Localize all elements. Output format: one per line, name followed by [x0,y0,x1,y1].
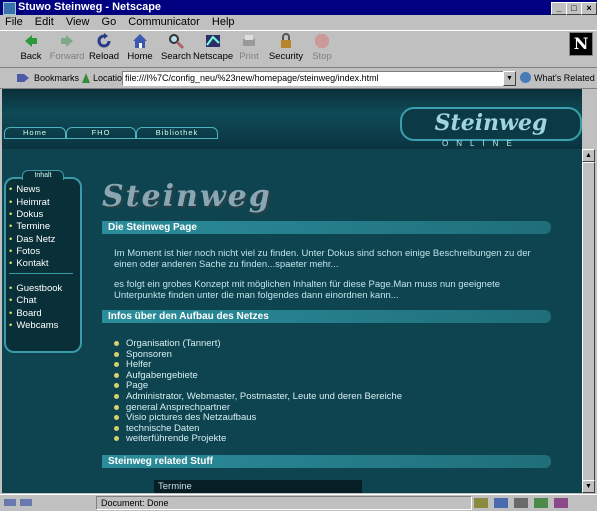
stop-icon [315,34,329,48]
sidebar-divider [9,273,73,274]
steinweg-header-logo: Steinweg [102,179,272,214]
security-button[interactable]: Security [266,33,306,62]
forward-arrow-icon [61,35,73,47]
navigation-toolbar: Back Forward Reload Home Search Netscape… [0,30,597,68]
close-button[interactable]: × [581,2,597,15]
infos-list: Organisation (Tannert) Sponsoren Helfer … [114,338,402,445]
sidebar-item-kontakt[interactable]: Kontakt [9,258,48,269]
whats-related-icon [520,72,531,83]
home-label: Home [127,51,153,62]
steinweg-logo: Steinweg [400,107,582,141]
menu-edit[interactable]: Edit [35,16,54,28]
menu-help[interactable]: Help [212,16,235,28]
scroll-thumb[interactable] [582,162,595,482]
bookmarks-icon [17,74,29,82]
stop-label: Stop [312,51,332,62]
vertical-scrollbar[interactable]: ▲ ▼ [582,149,595,493]
sidebar-item-termine[interactable]: Termine [9,221,50,232]
online-tagline: ONLINE [442,139,520,148]
termine-box: Termine [154,480,362,493]
security-lock-icon [281,33,291,48]
netscape-label: Netscape [193,51,234,62]
netscape-logo[interactable]: N [569,32,593,56]
site-tab-home[interactable]: Home [4,127,66,139]
netscape-icon [206,35,220,47]
security-label: Security [268,51,304,62]
sidebar-item-news[interactable]: News [9,184,40,195]
sidebar-nav: Inhalt News Heimrat Dokus Termine Das Ne… [4,170,82,353]
site-tab-fho[interactable]: FHO [66,127,136,139]
back-button[interactable]: Back [11,33,51,62]
forward-button[interactable]: Forward [47,33,87,62]
menu-bar: File Edit View Go Communicator Help [0,15,597,29]
concept-paragraph: es folgt ein grobes Konzept mit mögliche… [114,279,501,301]
reload-label: Reload [88,51,120,62]
bookmarks-button[interactable]: Bookmarks [34,73,79,83]
title-bar: Stuwo Steinweg - Netscape _ □ × [0,0,597,15]
site-tab-bibliothek[interactable]: Bibliothek [136,127,218,139]
intro-paragraph: Im Moment ist hier noch nicht viel zu fi… [114,248,531,270]
component-bar-icons[interactable] [474,497,574,509]
sidebar-title: Inhalt [22,170,64,180]
sidebar-item-board[interactable]: Board [9,308,41,319]
section-title-steinweg-page: Die Steinweg Page [102,221,551,234]
home-button[interactable]: Home [120,33,160,62]
print-button[interactable]: Print [229,33,269,62]
list-item: Sponsoren [114,349,402,361]
menu-go[interactable]: Go [102,16,117,28]
print-label: Print [239,51,259,62]
sidebar-item-fotos[interactable]: Fotos [9,246,40,257]
forward-label: Forward [49,51,85,62]
back-arrow-icon [25,35,37,47]
sidebar-item-webcams[interactable]: Webcams [9,320,58,331]
reload-icon [97,33,111,48]
menu-view[interactable]: View [66,16,90,28]
menu-communicator[interactable]: Communicator [128,16,200,28]
maximize-button[interactable]: □ [566,2,582,15]
reload-button[interactable]: Reload [84,33,124,62]
list-item: weiterführende Projekte [114,434,402,445]
location-bar: Bookmarks Location: file:///I%7C/config_… [0,68,597,89]
site-banner: Home FHO Bibliothek Steinweg ONLINE [2,89,582,149]
scroll-up-button[interactable]: ▲ [582,149,595,162]
url-dropdown-button[interactable]: ▼ [503,71,516,86]
status-text: Document: Done [96,496,472,510]
sidebar-item-guestbook[interactable]: Guestbook [9,283,62,294]
web-page-content: Home FHO Bibliothek Steinweg ONLINE Inha… [2,89,582,493]
back-label: Back [20,51,42,62]
whats-related-button[interactable]: What's Related [534,73,595,83]
search-icon [169,34,184,49]
sidebar-item-das-netz[interactable]: Das Netz [9,234,55,245]
section-title-related: Steinweg related Stuff [102,455,551,468]
page-proxy-icon[interactable] [80,72,92,84]
print-icon [243,35,255,46]
location-url-field[interactable]: file:///I%7C/config_neu/%23new/homepage/… [122,71,512,86]
list-item: Aufgabengebiete [114,370,402,382]
list-item: Organisation (Tannert) [114,338,402,350]
sidebar-item-heimrat[interactable]: Heimrat [9,197,49,208]
search-button[interactable]: Search [156,33,196,62]
sidebar-item-dokus[interactable]: Dokus [9,209,43,220]
scroll-down-button[interactable]: ▼ [582,480,595,493]
search-label: Search [160,51,192,62]
minimize-button[interactable]: _ [551,2,567,15]
netscape-button[interactable]: Netscape [193,33,233,62]
netscape-app-icon [3,2,16,15]
section-title-infos: Infos über den Aufbau des Netzes [102,310,551,323]
menu-file[interactable]: File [5,16,23,28]
status-bar: Document: Done [0,494,597,511]
stop-button[interactable]: Stop [302,33,342,62]
sidebar-item-chat[interactable]: Chat [9,295,36,306]
list-item: Administrator, Webmaster, Postmaster, Le… [114,391,402,403]
connection-status-icon [4,499,32,506]
home-icon [133,34,147,48]
window-title: Stuwo Steinweg - Netscape [18,1,162,13]
